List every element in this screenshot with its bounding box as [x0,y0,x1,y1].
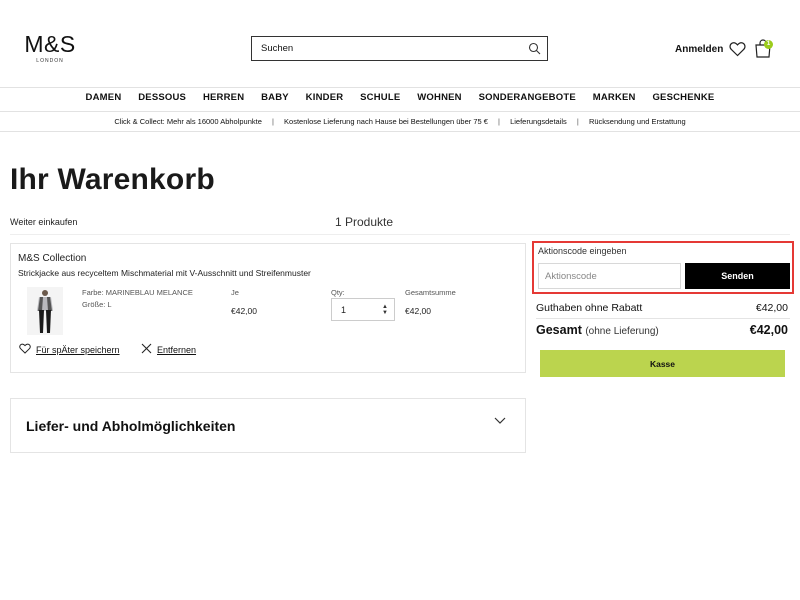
nav-item-kinder[interactable]: KINDER [306,92,344,103]
nav-item-sonderangebote[interactable]: SONDERANGEBOTE [479,92,576,103]
promo-code-box: Aktionscode eingeben Senden [532,241,794,294]
save-for-later-link[interactable]: Für spÄter speichern [36,345,120,355]
wishlist-heart-icon[interactable] [729,41,746,57]
promo-free-delivery[interactable]: Kostenlose Lieferung nach Hause bei Best… [284,117,488,126]
unit-price-label: Je [231,288,239,297]
product-description[interactable]: Strickjacke aus recyceltem Mischmaterial… [18,268,311,278]
nav-item-schule[interactable]: SCHULE [360,92,400,103]
divider [10,234,790,235]
promo-returns[interactable]: Rücksendung und Erstattung [589,117,686,126]
ms-logo[interactable]: M&S LONDON [22,32,78,64]
remove-link[interactable]: Entfernen [157,345,196,355]
main-navigation: DAMEN DESSOUS HERREN BABY KINDER SCHULE … [0,92,800,103]
promo-code-field [538,263,681,289]
search-bar [251,36,548,61]
bag-count-badge: 1 [764,40,773,49]
product-size: Größe: L [82,300,112,309]
nav-item-dessous[interactable]: DESSOUS [138,92,186,103]
promo-click-collect[interactable]: Click & Collect: Mehr als 16000 Abholpun… [114,117,262,126]
nav-item-geschenke[interactable]: GESCHENKE [652,92,714,103]
promo-bar: Click & Collect: Mehr als 16000 Abholpun… [0,117,800,126]
qty-label: Qty: [331,288,345,297]
subtotal-label: Guthaben ohne Rabatt [536,302,643,314]
total-label-group: Gesamt (ohne Lieferung) [536,323,659,337]
divider [0,87,800,88]
unit-price: €42,00 [231,306,257,316]
total-value: €42,00 [749,323,788,337]
delivery-options-title: Liefer- und Abholmöglichkeiten [26,418,236,434]
search-input[interactable] [252,37,512,60]
divider [0,111,800,112]
checkout-button[interactable]: Kasse [540,350,785,377]
nav-item-marken[interactable]: MARKEN [593,92,636,103]
product-thumbnail[interactable] [27,287,63,335]
quantity-select[interactable]: 1 ▲ ▼ [331,298,395,321]
product-count: 1 Produkte [335,215,394,229]
product-color: Farbe: MARINEBLAU MELANCE [82,288,193,297]
login-link[interactable]: Anmelden [675,44,723,55]
chevron-down-icon[interactable] [494,416,506,425]
total-note: (ohne Lieferung) [585,326,659,337]
nav-item-damen[interactable]: DAMEN [86,92,122,103]
total-label: Gesamt [536,323,582,337]
nav-item-wohnen[interactable]: WOHNEN [417,92,461,103]
delivery-options-accordion[interactable]: Liefer- und Abholmöglichkeiten [10,398,526,453]
logo-subtext: LONDON [36,58,64,64]
close-icon[interactable] [141,343,152,354]
promo-code-input[interactable] [539,264,679,288]
promo-delivery-details[interactable]: Lieferungsdetails [510,117,567,126]
separator: | [272,117,274,126]
continue-shopping-link[interactable]: Weiter einkaufen [10,217,77,227]
nav-item-baby[interactable]: BABY [261,92,289,103]
page-title: Ihr Warenkorb [10,163,215,196]
product-brand: M&S Collection [18,253,87,264]
subtotal-value: €42,00 [755,302,788,314]
nav-item-herren[interactable]: HERREN [203,92,244,103]
send-promo-button[interactable]: Senden [685,263,790,289]
separator: | [498,117,500,126]
line-total: €42,00 [405,306,431,316]
cart-item-card: M&S Collection Strickjacke aus recycelte… [10,243,526,373]
quantity-value: 1 [341,305,347,315]
promo-code-label: Aktionscode eingeben [538,246,627,256]
line-total-label: Gesamtsumme [405,288,456,297]
heart-icon[interactable] [19,343,31,354]
search-icon[interactable] [528,42,541,55]
divider [536,318,790,319]
divider [0,131,800,132]
select-arrows-icon: ▲ ▼ [382,304,388,316]
logo-text: M&S [24,31,76,57]
separator: | [576,117,579,126]
